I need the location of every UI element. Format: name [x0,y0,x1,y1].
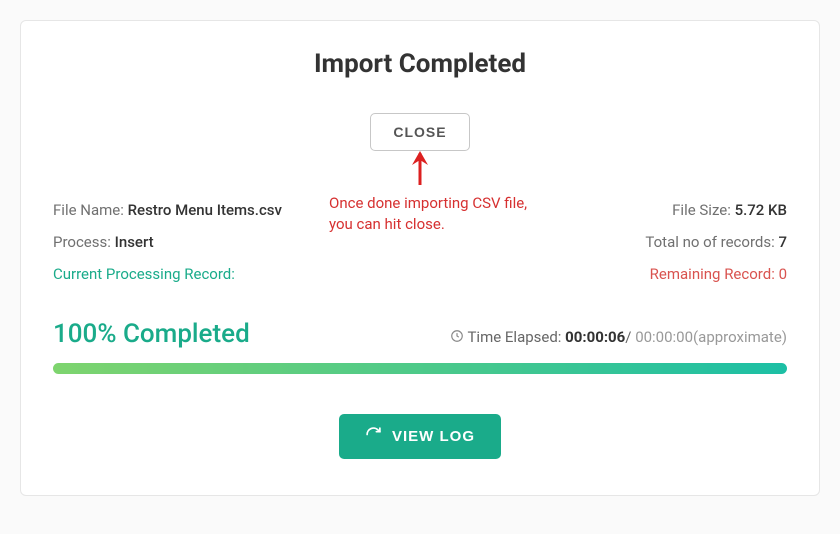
annotation-text: Once done importing CSV file, you can hi… [329,193,527,235]
remaining-group: Remaining Record: 0 [650,265,787,283]
time-approx: 00:00:00(approximate) [635,328,787,346]
total-records-label: Total no of records: [645,233,778,251]
file-name-label: File Name: [53,201,128,219]
import-dialog: Import Completed CLOSE Once done importi… [20,20,820,496]
progress-percent: 100% Completed [53,319,250,349]
close-button[interactable]: CLOSE [370,113,469,151]
progress-bar [53,363,787,374]
annotation-line2: you can hit close. [329,215,445,233]
process-value: Insert [115,233,154,251]
file-name-value: Restro Menu Items.csv [128,201,282,219]
time-separator: / [625,328,635,346]
close-wrap: CLOSE [53,113,787,151]
file-name-group: File Name: Restro Menu Items.csv [53,201,282,219]
info-row-process: Process: Insert Total no of records: 7 [53,233,787,251]
view-log-label: VIEW LOG [392,428,475,445]
file-size-value: 5.72 KB [735,201,787,219]
viewlog-wrap: VIEW LOG [53,414,787,459]
annotation-arrow-icon [409,151,431,193]
file-size-group: File Size: 5.72 KB [672,201,787,219]
remaining-label: Remaining Record: [650,265,779,283]
time-elapsed-value: 00:00:06 [565,328,625,346]
refresh-icon [365,426,382,447]
info-row-current: Current Processing Record: Remaining Rec… [53,265,787,283]
process-group: Process: Insert [53,233,154,251]
view-log-button[interactable]: VIEW LOG [339,414,501,459]
clock-icon [450,329,464,347]
total-records-value: 7 [778,233,787,251]
progress-header: 100% Completed Time Elapsed: 00:00:06/ 0… [53,319,787,349]
current-processing-label: Current Processing Record: [53,265,235,283]
dialog-title: Import Completed [53,49,787,79]
time-label: Time Elapsed: [467,328,565,346]
progress-section: 100% Completed Time Elapsed: 00:00:06/ 0… [53,319,787,374]
process-label: Process: [53,233,115,251]
file-size-label: File Size: [672,201,734,219]
annotation-line1: Once done importing CSV file, [329,194,527,212]
time-elapsed: Time Elapsed: 00:00:06/ 00:00:00(approxi… [450,328,787,347]
remaining-value: 0 [779,265,787,283]
total-records-group: Total no of records: 7 [645,233,787,251]
